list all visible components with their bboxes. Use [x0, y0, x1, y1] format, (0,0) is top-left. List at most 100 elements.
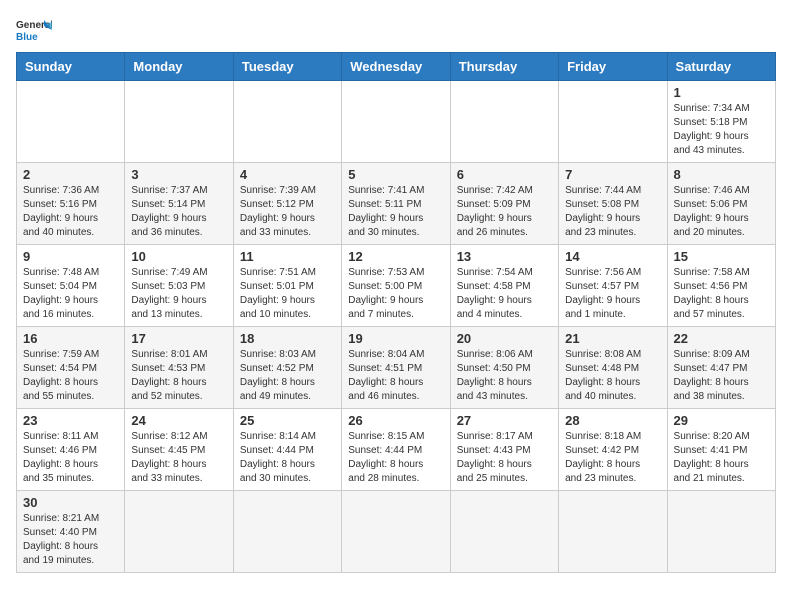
day-number: 28: [565, 413, 660, 428]
svg-text:Blue: Blue: [16, 32, 38, 43]
calendar-day-cell: [233, 81, 341, 163]
day-info: Sunrise: 8:12 AM Sunset: 4:45 PM Dayligh…: [131, 430, 226, 486]
calendar-day-cell: 29 Sunrise: 8:20 AM Sunset: 4:41 PM Dayli…: [667, 409, 775, 491]
calendar-day-cell: 8 Sunrise: 7:46 AM Sunset: 5:06 PM Daylig…: [667, 163, 775, 245]
day-number: 14: [565, 249, 660, 264]
day-info: Sunrise: 8:06 AM Sunset: 4:50 PM Dayligh…: [457, 348, 552, 404]
weekday-header: Sunday: [17, 53, 125, 81]
calendar-day-cell: 5Sunrise: 7:41 AM Sunset: 5:11 PM Daylig…: [342, 163, 450, 245]
calendar-day-cell: 21Sunrise: 8:08 AM Sunset: 4:48 PM Dayli…: [559, 327, 667, 409]
calendar-day-cell: 19 Sunrise: 8:04 AM Sunset: 4:51 PM Dayli…: [342, 327, 450, 409]
calendar-day-cell: 6 Sunrise: 7:42 AM Sunset: 5:09 PM Daylig…: [450, 163, 558, 245]
day-info: Sunrise: 7:44 AM Sunset: 5:08 PM Dayligh…: [565, 184, 660, 240]
calendar-day-cell: [17, 81, 125, 163]
day-info: Sunrise: 8:14 AM Sunset: 4:44 PM Dayligh…: [240, 430, 335, 486]
day-number: 30: [23, 495, 118, 510]
day-info: Sunrise: 8:15 AM Sunset: 4:44 PM Dayligh…: [348, 430, 443, 486]
day-number: 23: [23, 413, 118, 428]
day-info: Sunrise: 7:58 AM Sunset: 4:56 PM Dayligh…: [674, 266, 769, 322]
day-info: Sunrise: 7:39 AM Sunset: 5:12 PM Dayligh…: [240, 184, 335, 240]
day-number: 15: [674, 249, 769, 264]
calendar-day-cell: [342, 491, 450, 573]
day-info: Sunrise: 7:36 AM Sunset: 5:16 PM Dayligh…: [23, 184, 118, 240]
day-number: 13: [457, 249, 552, 264]
day-number: 8: [674, 167, 769, 182]
calendar-table: SundayMondayTuesdayWednesdayThursdayFrid…: [16, 52, 776, 573]
day-info: Sunrise: 7:53 AM Sunset: 5:00 PM Dayligh…: [348, 266, 443, 322]
day-info: Sunrise: 7:48 AM Sunset: 5:04 PM Dayligh…: [23, 266, 118, 322]
day-info: Sunrise: 7:46 AM Sunset: 5:06 PM Dayligh…: [674, 184, 769, 240]
calendar-day-cell: 15 Sunrise: 7:58 AM Sunset: 4:56 PM Dayli…: [667, 245, 775, 327]
day-info: Sunrise: 8:21 AM Sunset: 4:40 PM Dayligh…: [23, 512, 118, 568]
day-number: 11: [240, 249, 335, 264]
day-info: Sunrise: 7:34 AM Sunset: 5:18 PM Dayligh…: [674, 102, 769, 158]
day-number: 16: [23, 331, 118, 346]
calendar-day-cell: 1 Sunrise: 7:34 AM Sunset: 5:18 PM Daylig…: [667, 81, 775, 163]
day-number: 25: [240, 413, 335, 428]
calendar-day-cell: 11 Sunrise: 7:51 AM Sunset: 5:01 PM Dayli…: [233, 245, 341, 327]
day-info: Sunrise: 7:59 AM Sunset: 4:54 PM Dayligh…: [23, 348, 118, 404]
day-number: 26: [348, 413, 443, 428]
calendar-header-row: SundayMondayTuesdayWednesdayThursdayFrid…: [17, 53, 776, 81]
day-number: 10: [131, 249, 226, 264]
calendar-day-cell: 17Sunrise: 8:01 AM Sunset: 4:53 PM Dayli…: [125, 327, 233, 409]
day-info: Sunrise: 7:49 AM Sunset: 5:03 PM Dayligh…: [131, 266, 226, 322]
calendar-day-cell: 30 Sunrise: 8:21 AM Sunset: 4:40 PM Dayli…: [17, 491, 125, 573]
day-number: 9: [23, 249, 118, 264]
weekday-header: Thursday: [450, 53, 558, 81]
calendar-day-cell: 10 Sunrise: 7:49 AM Sunset: 5:03 PM Dayli…: [125, 245, 233, 327]
day-number: 7: [565, 167, 660, 182]
calendar-week-row: 9 Sunrise: 7:48 AM Sunset: 5:04 PM Daylig…: [17, 245, 776, 327]
day-info: Sunrise: 7:42 AM Sunset: 5:09 PM Dayligh…: [457, 184, 552, 240]
calendar-day-cell: 2 Sunrise: 7:36 AM Sunset: 5:16 PM Daylig…: [17, 163, 125, 245]
calendar-day-cell: 27 Sunrise: 8:17 AM Sunset: 4:43 PM Dayli…: [450, 409, 558, 491]
day-info: Sunrise: 7:54 AM Sunset: 4:58 PM Dayligh…: [457, 266, 552, 322]
calendar-day-cell: 25 Sunrise: 8:14 AM Sunset: 4:44 PM Dayli…: [233, 409, 341, 491]
day-number: 19: [348, 331, 443, 346]
calendar-day-cell: [342, 81, 450, 163]
logo: General Blue: [16, 16, 56, 44]
day-info: Sunrise: 7:41 AM Sunset: 5:11 PM Dayligh…: [348, 184, 443, 240]
calendar-week-row: 16 Sunrise: 7:59 AM Sunset: 4:54 PM Dayli…: [17, 327, 776, 409]
day-info: Sunrise: 7:56 AM Sunset: 4:57 PM Dayligh…: [565, 266, 660, 322]
day-number: 2: [23, 167, 118, 182]
day-info: Sunrise: 7:37 AM Sunset: 5:14 PM Dayligh…: [131, 184, 226, 240]
calendar-day-cell: [125, 491, 233, 573]
day-number: 29: [674, 413, 769, 428]
calendar-day-cell: 28 Sunrise: 8:18 AM Sunset: 4:42 PM Dayli…: [559, 409, 667, 491]
day-info: Sunrise: 8:11 AM Sunset: 4:46 PM Dayligh…: [23, 430, 118, 486]
calendar-day-cell: [667, 491, 775, 573]
day-info: Sunrise: 8:09 AM Sunset: 4:47 PM Dayligh…: [674, 348, 769, 404]
weekday-header: Monday: [125, 53, 233, 81]
page-header: General Blue: [16, 16, 776, 44]
calendar-day-cell: 24 Sunrise: 8:12 AM Sunset: 4:45 PM Dayli…: [125, 409, 233, 491]
day-info: Sunrise: 8:18 AM Sunset: 4:42 PM Dayligh…: [565, 430, 660, 486]
weekday-header: Wednesday: [342, 53, 450, 81]
calendar-day-cell: [559, 491, 667, 573]
day-number: 24: [131, 413, 226, 428]
calendar-day-cell: [125, 81, 233, 163]
day-info: Sunrise: 8:17 AM Sunset: 4:43 PM Dayligh…: [457, 430, 552, 486]
day-info: Sunrise: 7:51 AM Sunset: 5:01 PM Dayligh…: [240, 266, 335, 322]
calendar-day-cell: 20Sunrise: 8:06 AM Sunset: 4:50 PM Dayli…: [450, 327, 558, 409]
day-number: 18: [240, 331, 335, 346]
calendar-day-cell: 9 Sunrise: 7:48 AM Sunset: 5:04 PM Daylig…: [17, 245, 125, 327]
day-number: 22: [674, 331, 769, 346]
calendar-week-row: 1 Sunrise: 7:34 AM Sunset: 5:18 PM Daylig…: [17, 81, 776, 163]
day-number: 1: [674, 85, 769, 100]
day-info: Sunrise: 8:04 AM Sunset: 4:51 PM Dayligh…: [348, 348, 443, 404]
day-number: 6: [457, 167, 552, 182]
calendar-week-row: 23 Sunrise: 8:11 AM Sunset: 4:46 PM Dayli…: [17, 409, 776, 491]
calendar-day-cell: 14 Sunrise: 7:56 AM Sunset: 4:57 PM Dayli…: [559, 245, 667, 327]
calendar-day-cell: [233, 491, 341, 573]
calendar-day-cell: [450, 491, 558, 573]
calendar-day-cell: 3Sunrise: 7:37 AM Sunset: 5:14 PM Daylig…: [125, 163, 233, 245]
calendar-day-cell: 7 Sunrise: 7:44 AM Sunset: 5:08 PM Daylig…: [559, 163, 667, 245]
calendar-day-cell: 12Sunrise: 7:53 AM Sunset: 5:00 PM Dayli…: [342, 245, 450, 327]
day-number: 27: [457, 413, 552, 428]
calendar-day-cell: 26 Sunrise: 8:15 AM Sunset: 4:44 PM Dayli…: [342, 409, 450, 491]
day-info: Sunrise: 8:20 AM Sunset: 4:41 PM Dayligh…: [674, 430, 769, 486]
calendar-week-row: 2 Sunrise: 7:36 AM Sunset: 5:16 PM Daylig…: [17, 163, 776, 245]
day-number: 21: [565, 331, 660, 346]
day-info: Sunrise: 8:03 AM Sunset: 4:52 PM Dayligh…: [240, 348, 335, 404]
